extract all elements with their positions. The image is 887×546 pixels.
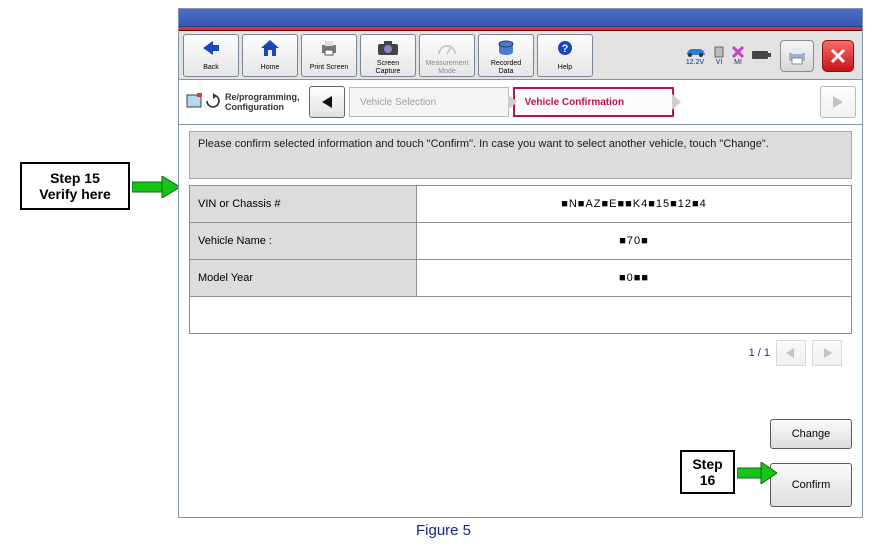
home-icon bbox=[243, 38, 297, 58]
print-icon bbox=[302, 38, 356, 58]
mi-indicator: MI bbox=[732, 46, 744, 66]
callout-step16: Step 16 bbox=[680, 450, 735, 494]
arrow-step16 bbox=[737, 462, 777, 484]
crumb-vehicle-selection[interactable]: Vehicle Selection bbox=[349, 87, 509, 117]
callout-step15-text: Step 15 Verify here bbox=[39, 170, 111, 202]
back-button[interactable]: Back bbox=[183, 34, 239, 77]
triangle-left-icon bbox=[786, 348, 796, 358]
footer-actions: Change Confirm bbox=[770, 419, 852, 507]
consult-window: Back Home Print Screen Screen Capture Me… bbox=[178, 8, 863, 518]
nav-forward-button bbox=[820, 86, 856, 118]
measurement-mode-button: Measurement Mode bbox=[419, 34, 475, 77]
back-button-label: Back bbox=[203, 64, 219, 72]
cell-vin-key: VIN or Chassis # bbox=[190, 186, 417, 223]
content-area: Please confirm selected information and … bbox=[179, 125, 862, 372]
nav-back-button[interactable] bbox=[309, 86, 345, 118]
recorded-data-button[interactable]: Recorded Data bbox=[478, 34, 534, 77]
mi-x-icon bbox=[732, 46, 744, 58]
measurement-mode-button-label: Measurement Mode bbox=[426, 60, 469, 76]
triangle-right-icon bbox=[831, 95, 845, 109]
change-button-label: Change bbox=[792, 428, 831, 440]
printer-status-button[interactable] bbox=[780, 40, 814, 72]
vehicle-info-table: VIN or Chassis # ■N■AZ■E■■K4■15■12■4 Veh… bbox=[189, 185, 852, 334]
cell-model-year-val: ■0■■ bbox=[417, 260, 852, 297]
vi-indicator-label: VI bbox=[716, 59, 723, 66]
callout-step16-text: Step 16 bbox=[692, 456, 722, 488]
close-button[interactable] bbox=[822, 40, 854, 72]
confirm-button[interactable]: Confirm bbox=[770, 463, 852, 507]
reprogram-icon bbox=[185, 93, 203, 111]
crumb-vehicle-selection-label: Vehicle Selection bbox=[360, 97, 436, 108]
home-button-label: Home bbox=[261, 64, 280, 72]
screen-capture-button[interactable]: Screen Capture bbox=[360, 34, 416, 77]
pager-next-button bbox=[812, 340, 842, 366]
cell-vin-val: ■N■AZ■E■■K4■15■12■4 bbox=[417, 186, 852, 223]
recorded-data-button-label: Recorded Data bbox=[491, 60, 521, 76]
home-button[interactable]: Home bbox=[242, 34, 298, 77]
mode-box: Re/programming, Configuration bbox=[185, 92, 305, 112]
triangle-left-icon bbox=[320, 95, 334, 109]
figure-label: Figure 5 bbox=[0, 522, 887, 539]
pager: 1 / 1 bbox=[189, 334, 852, 366]
screen-capture-button-label: Screen Capture bbox=[376, 60, 401, 76]
gauge-icon bbox=[420, 38, 474, 58]
table-row: VIN or Chassis # ■N■AZ■E■■K4■15■12■4 bbox=[190, 186, 852, 223]
vi-indicator: VI bbox=[714, 46, 724, 66]
table-row: Model Year ■0■■ bbox=[190, 260, 852, 297]
help-button[interactable]: ? Help bbox=[537, 34, 593, 77]
table-row bbox=[190, 297, 852, 334]
voltage-indicator-label: 12.2V bbox=[686, 59, 704, 66]
triangle-right-icon bbox=[822, 348, 832, 358]
print-screen-button[interactable]: Print Screen bbox=[301, 34, 357, 77]
crumb-vehicle-confirmation-label: Vehicle Confirmation bbox=[525, 97, 624, 108]
help-icon: ? bbox=[538, 38, 592, 58]
battery-indicator bbox=[752, 49, 772, 62]
breadcrumb-row: Re/programming, Configuration Vehicle Se… bbox=[179, 80, 862, 125]
vi-icon bbox=[714, 46, 724, 58]
callout-step15: Step 15 Verify here bbox=[20, 162, 130, 210]
title-bar bbox=[179, 9, 862, 27]
crumb-vehicle-confirmation[interactable]: Vehicle Confirmation bbox=[513, 87, 675, 117]
cell-vehicle-name-val: ■70■ bbox=[417, 223, 852, 260]
mode-label: Re/programming, Configuration bbox=[225, 92, 300, 112]
instruction-panel: Please confirm selected information and … bbox=[189, 131, 852, 179]
instruction-text: Please confirm selected information and … bbox=[198, 138, 769, 150]
printer-icon bbox=[787, 47, 807, 65]
cell-model-year-key: Model Year bbox=[190, 260, 417, 297]
disk-icon bbox=[479, 38, 533, 58]
voltage-indicator: 12.2V bbox=[684, 46, 706, 66]
help-button-label: Help bbox=[558, 64, 572, 72]
mi-indicator-label: MI bbox=[734, 59, 742, 66]
table-row: Vehicle Name : ■70■ bbox=[190, 223, 852, 260]
close-icon bbox=[830, 48, 846, 64]
cell-vehicle-name-key: Vehicle Name : bbox=[190, 223, 417, 260]
figure-label-text: Figure 5 bbox=[416, 522, 471, 539]
pager-prev-button bbox=[776, 340, 806, 366]
print-screen-button-label: Print Screen bbox=[310, 64, 349, 72]
change-button[interactable]: Change bbox=[770, 419, 852, 449]
arrow-step15 bbox=[132, 176, 180, 198]
car-icon bbox=[684, 46, 706, 58]
battery-icon bbox=[752, 49, 772, 61]
camera-icon bbox=[361, 38, 415, 58]
confirm-button-label: Confirm bbox=[792, 479, 831, 491]
refresh-icon bbox=[205, 93, 221, 109]
svg-text:?: ? bbox=[562, 43, 569, 55]
back-icon bbox=[184, 38, 238, 58]
main-toolbar: Back Home Print Screen Screen Capture Me… bbox=[179, 31, 862, 80]
pager-text: 1 / 1 bbox=[749, 347, 770, 359]
indicator-group: 12.2V VI MI bbox=[680, 34, 858, 77]
